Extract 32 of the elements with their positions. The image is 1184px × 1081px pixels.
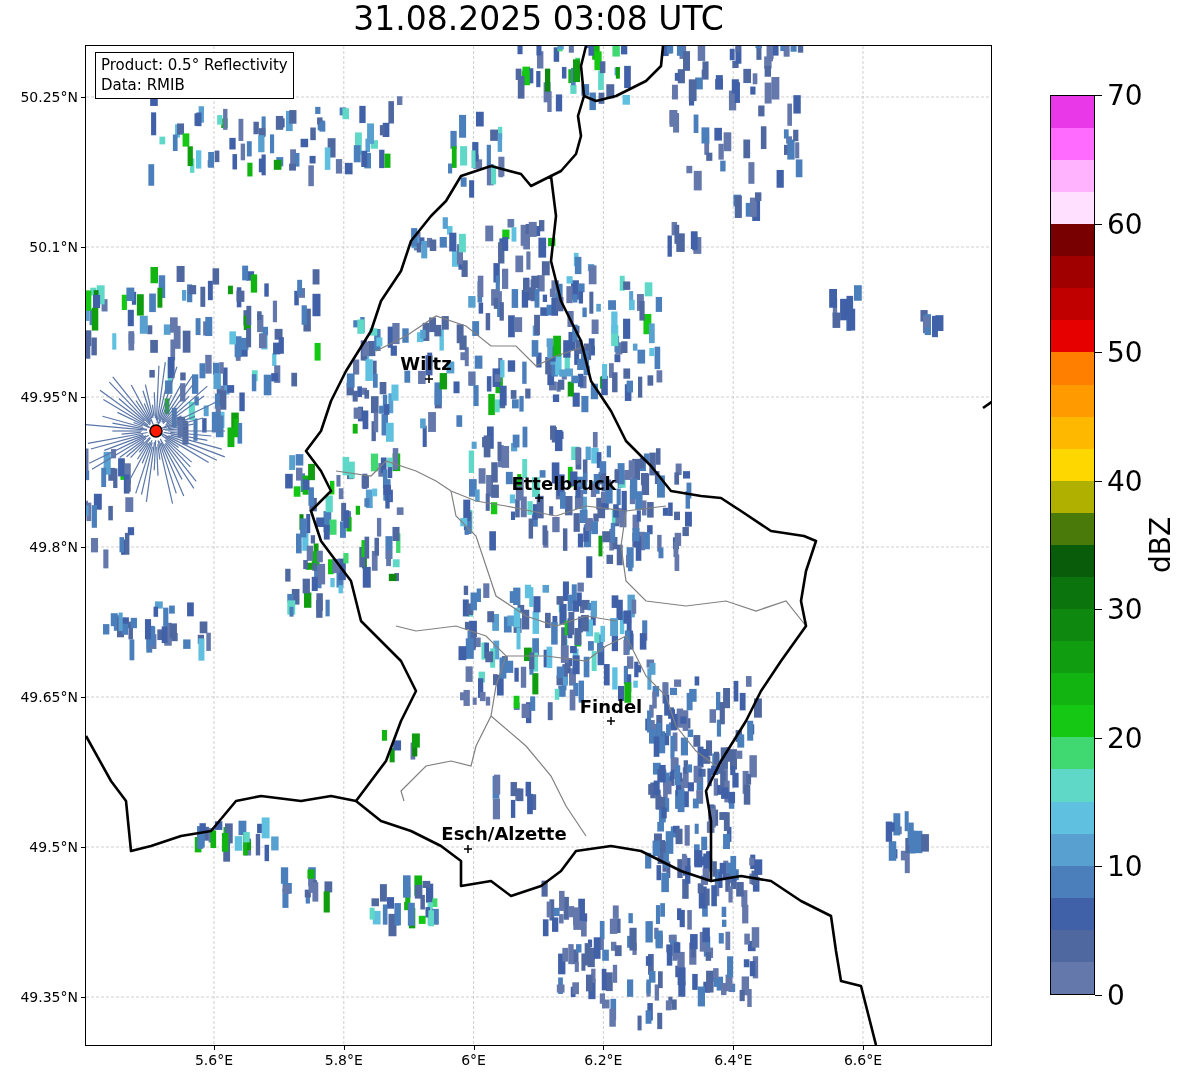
latitude-label: 49.35°N — [20, 989, 78, 1005]
city-marker-icon — [534, 493, 544, 503]
latitude-label: 49.65°N — [20, 689, 78, 705]
longitude-label: 5.8°E — [324, 1052, 363, 1068]
info-text: Product: 0.5° Reflectivity — [101, 55, 288, 75]
longitude-label: 6°E — [461, 1052, 486, 1068]
longitude-label: 6.2°E — [584, 1052, 623, 1068]
latitude-label: 50.25°N — [20, 89, 78, 105]
info-text: Data: RMIB — [101, 75, 186, 95]
city-marker-icon — [424, 374, 434, 384]
colorbar-tick-label: 10 — [1107, 849, 1143, 883]
longitude-label: 6.6°E — [843, 1052, 883, 1068]
city-marker-icon — [463, 844, 473, 854]
colorbar-tick-label: 60 — [1107, 207, 1143, 241]
latitude-label: 49.5°N — [29, 839, 78, 855]
city-label: Findel — [579, 695, 643, 717]
radar-site-icon — [149, 424, 163, 438]
colorbar-label: dBZ — [1143, 516, 1177, 574]
latitude-label: 49.95°N — [20, 389, 78, 405]
latitude-label: 50.1°N — [29, 239, 78, 255]
city-label: Esch/Alzette — [441, 822, 567, 844]
colorbar-tick-label: 70 — [1107, 78, 1143, 112]
colorbar-tick-label: 30 — [1107, 592, 1143, 626]
longitude-label: 6.4°E — [714, 1052, 753, 1068]
colorbar-tick-label: 20 — [1107, 721, 1143, 755]
colorbar-tick-label: 50 — [1107, 335, 1143, 369]
colorbar-tick-label: 0 — [1107, 978, 1125, 1012]
chart-title: 31.08.2025 03:08 UTC — [353, 0, 724, 38]
city-marker-icon — [606, 716, 616, 726]
colorbar-tick-label: 40 — [1107, 464, 1143, 498]
longitude-label: 5.6°E — [194, 1052, 234, 1068]
latitude-label: 49.8°N — [29, 539, 78, 555]
